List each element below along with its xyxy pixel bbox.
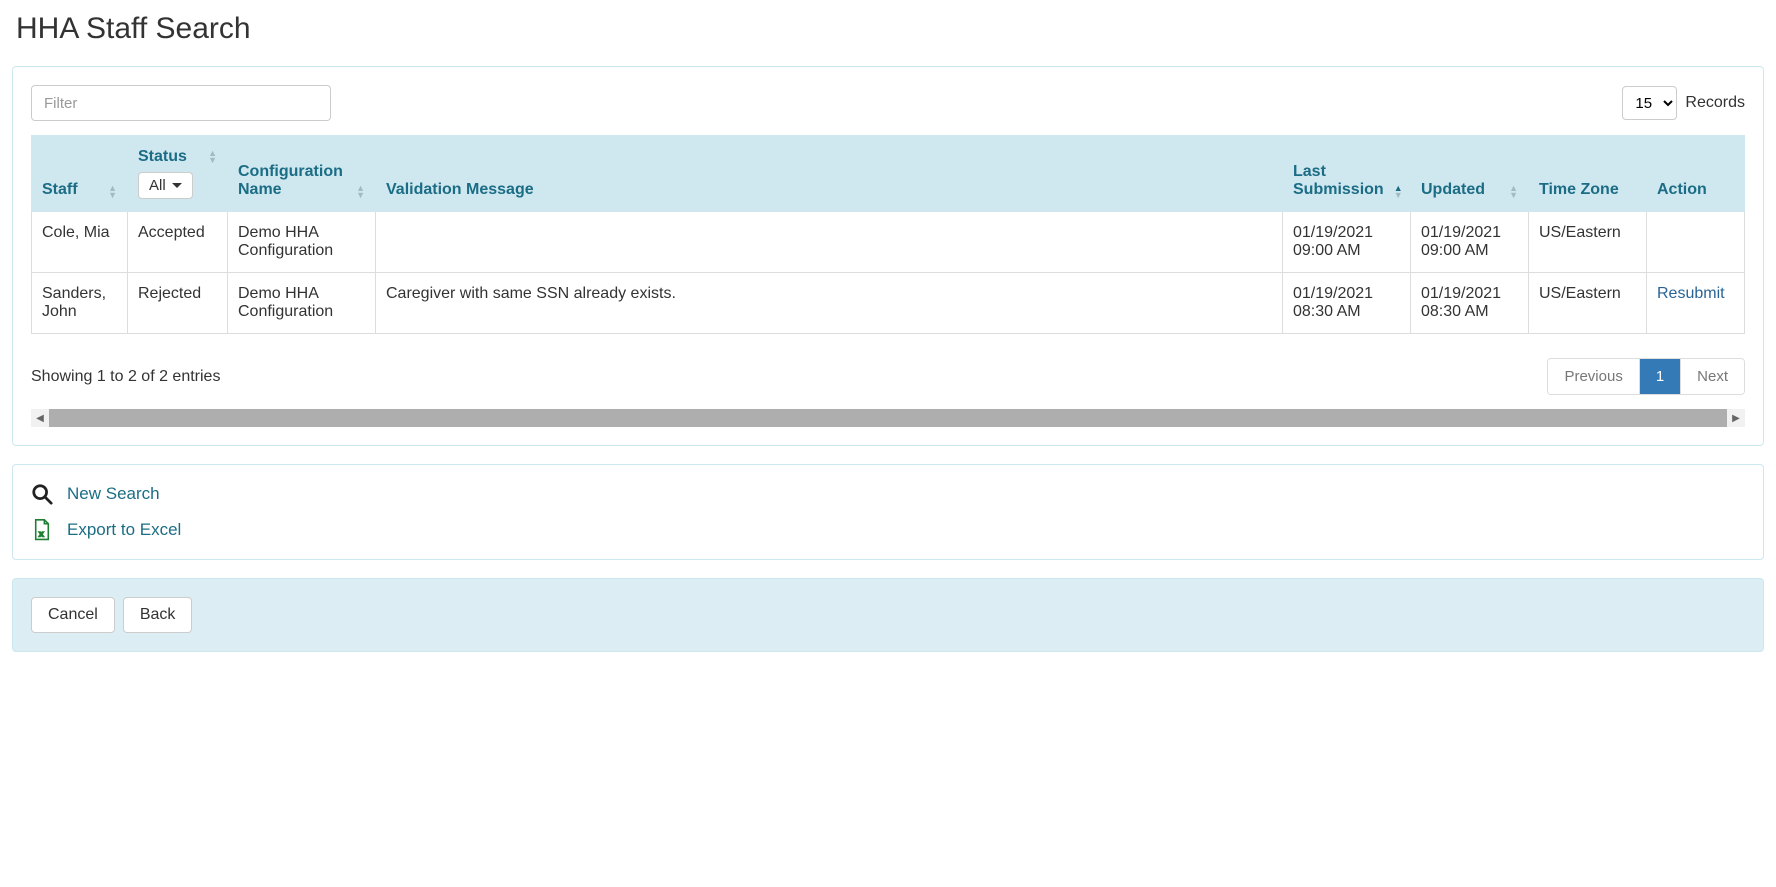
filter-input[interactable] xyxy=(31,85,331,121)
col-last-submission-label: Last Submission xyxy=(1293,163,1384,199)
pagination: Previous 1 Next xyxy=(1547,358,1745,395)
caret-down-icon xyxy=(172,183,182,188)
next-button[interactable]: Next xyxy=(1680,359,1744,394)
results-panel: 15 Records Staff ▲▼ Status xyxy=(12,66,1764,446)
page-title: HHA Staff Search xyxy=(16,12,1764,46)
resubmit-link[interactable]: Resubmit xyxy=(1657,285,1725,302)
cell-status: Rejected xyxy=(128,273,228,334)
col-staff[interactable]: Staff ▲▼ xyxy=(32,136,128,212)
cell-config: Demo HHA Configuration xyxy=(228,212,376,273)
col-validation[interactable]: Validation Message xyxy=(376,136,1283,212)
previous-button[interactable]: Previous xyxy=(1548,359,1638,394)
cell-staff: Cole, Mia xyxy=(32,212,128,273)
table-row: Sanders, John Rejected Demo HHA Configur… xyxy=(32,273,1745,334)
col-timezone-label: Time Zone xyxy=(1539,181,1619,198)
scroll-left-icon[interactable]: ◀ xyxy=(31,409,49,427)
col-last-submission[interactable]: Last Submission ▲▼ xyxy=(1283,136,1411,212)
status-filter-value: All xyxy=(149,177,166,194)
col-config[interactable]: Configuration Name ▲▼ xyxy=(228,136,376,212)
table-footer: Showing 1 to 2 of 2 entries Previous 1 N… xyxy=(31,358,1745,395)
cell-updated: 01/19/2021 09:00 AM xyxy=(1411,212,1529,273)
cell-validation: Caregiver with same SSN already exists. xyxy=(376,273,1283,334)
col-validation-label: Validation Message xyxy=(386,181,534,198)
col-config-label: Configuration Name xyxy=(238,163,346,199)
actions-panel: New Search x Export to Excel xyxy=(12,464,1764,560)
status-filter-dropdown[interactable]: All xyxy=(138,172,193,199)
cell-status: Accepted xyxy=(128,212,228,273)
col-action-label: Action xyxy=(1657,181,1707,198)
records-wrap: 15 Records xyxy=(1622,86,1745,120)
scroll-right-icon[interactable]: ▶ xyxy=(1727,409,1745,427)
records-select[interactable]: 15 xyxy=(1622,86,1677,120)
showing-text: Showing 1 to 2 of 2 entries xyxy=(31,368,220,386)
back-button[interactable]: Back xyxy=(123,597,193,633)
col-status-label: Status xyxy=(138,148,187,166)
cell-last-submission: 01/19/2021 08:30 AM xyxy=(1283,273,1411,334)
sort-icon: ▲▼ xyxy=(1509,185,1518,199)
new-search-link[interactable]: New Search xyxy=(67,484,160,504)
col-updated[interactable]: Updated ▲▼ xyxy=(1411,136,1529,212)
cell-timezone: US/Eastern xyxy=(1529,212,1647,273)
sort-icon: ▲▼ xyxy=(208,150,217,164)
cell-staff: Sanders, John xyxy=(32,273,128,334)
cell-updated: 01/19/2021 08:30 AM xyxy=(1411,273,1529,334)
horizontal-scrollbar[interactable]: ◀ ▶ xyxy=(31,409,1745,427)
export-excel-link[interactable]: Export to Excel xyxy=(67,520,181,540)
excel-file-icon: x xyxy=(31,519,53,541)
cell-config: Demo HHA Configuration xyxy=(228,273,376,334)
records-label: Records xyxy=(1685,94,1745,112)
toolbar: 15 Records xyxy=(31,85,1745,121)
results-table: Staff ▲▼ Status ▲▼ All xyxy=(31,135,1745,334)
footer-panel: Cancel Back xyxy=(12,578,1764,652)
cell-action xyxy=(1647,212,1745,273)
col-status[interactable]: Status ▲▼ All xyxy=(128,136,228,212)
new-search-action[interactable]: New Search xyxy=(31,483,1745,505)
svg-text:x: x xyxy=(39,528,44,538)
cell-action: Resubmit xyxy=(1647,273,1745,334)
table-header-row: Staff ▲▼ Status ▲▼ All xyxy=(32,136,1745,212)
scroll-thumb[interactable] xyxy=(49,409,1727,427)
col-staff-label: Staff xyxy=(42,181,78,199)
cancel-button[interactable]: Cancel xyxy=(31,597,115,633)
col-action: Action xyxy=(1647,136,1745,212)
sort-icon: ▲▼ xyxy=(356,185,365,199)
sort-icon: ▲▼ xyxy=(108,185,117,199)
sort-icon: ▲▼ xyxy=(1394,185,1403,199)
export-excel-action[interactable]: x Export to Excel xyxy=(31,519,1745,541)
cell-last-submission: 01/19/2021 09:00 AM xyxy=(1283,212,1411,273)
col-updated-label: Updated xyxy=(1421,181,1485,199)
cell-timezone: US/Eastern xyxy=(1529,273,1647,334)
table-row: Cole, Mia Accepted Demo HHA Configuratio… xyxy=(32,212,1745,273)
col-timezone[interactable]: Time Zone xyxy=(1529,136,1647,212)
page-1-button[interactable]: 1 xyxy=(1639,359,1680,394)
search-icon xyxy=(31,483,53,505)
cell-validation xyxy=(376,212,1283,273)
